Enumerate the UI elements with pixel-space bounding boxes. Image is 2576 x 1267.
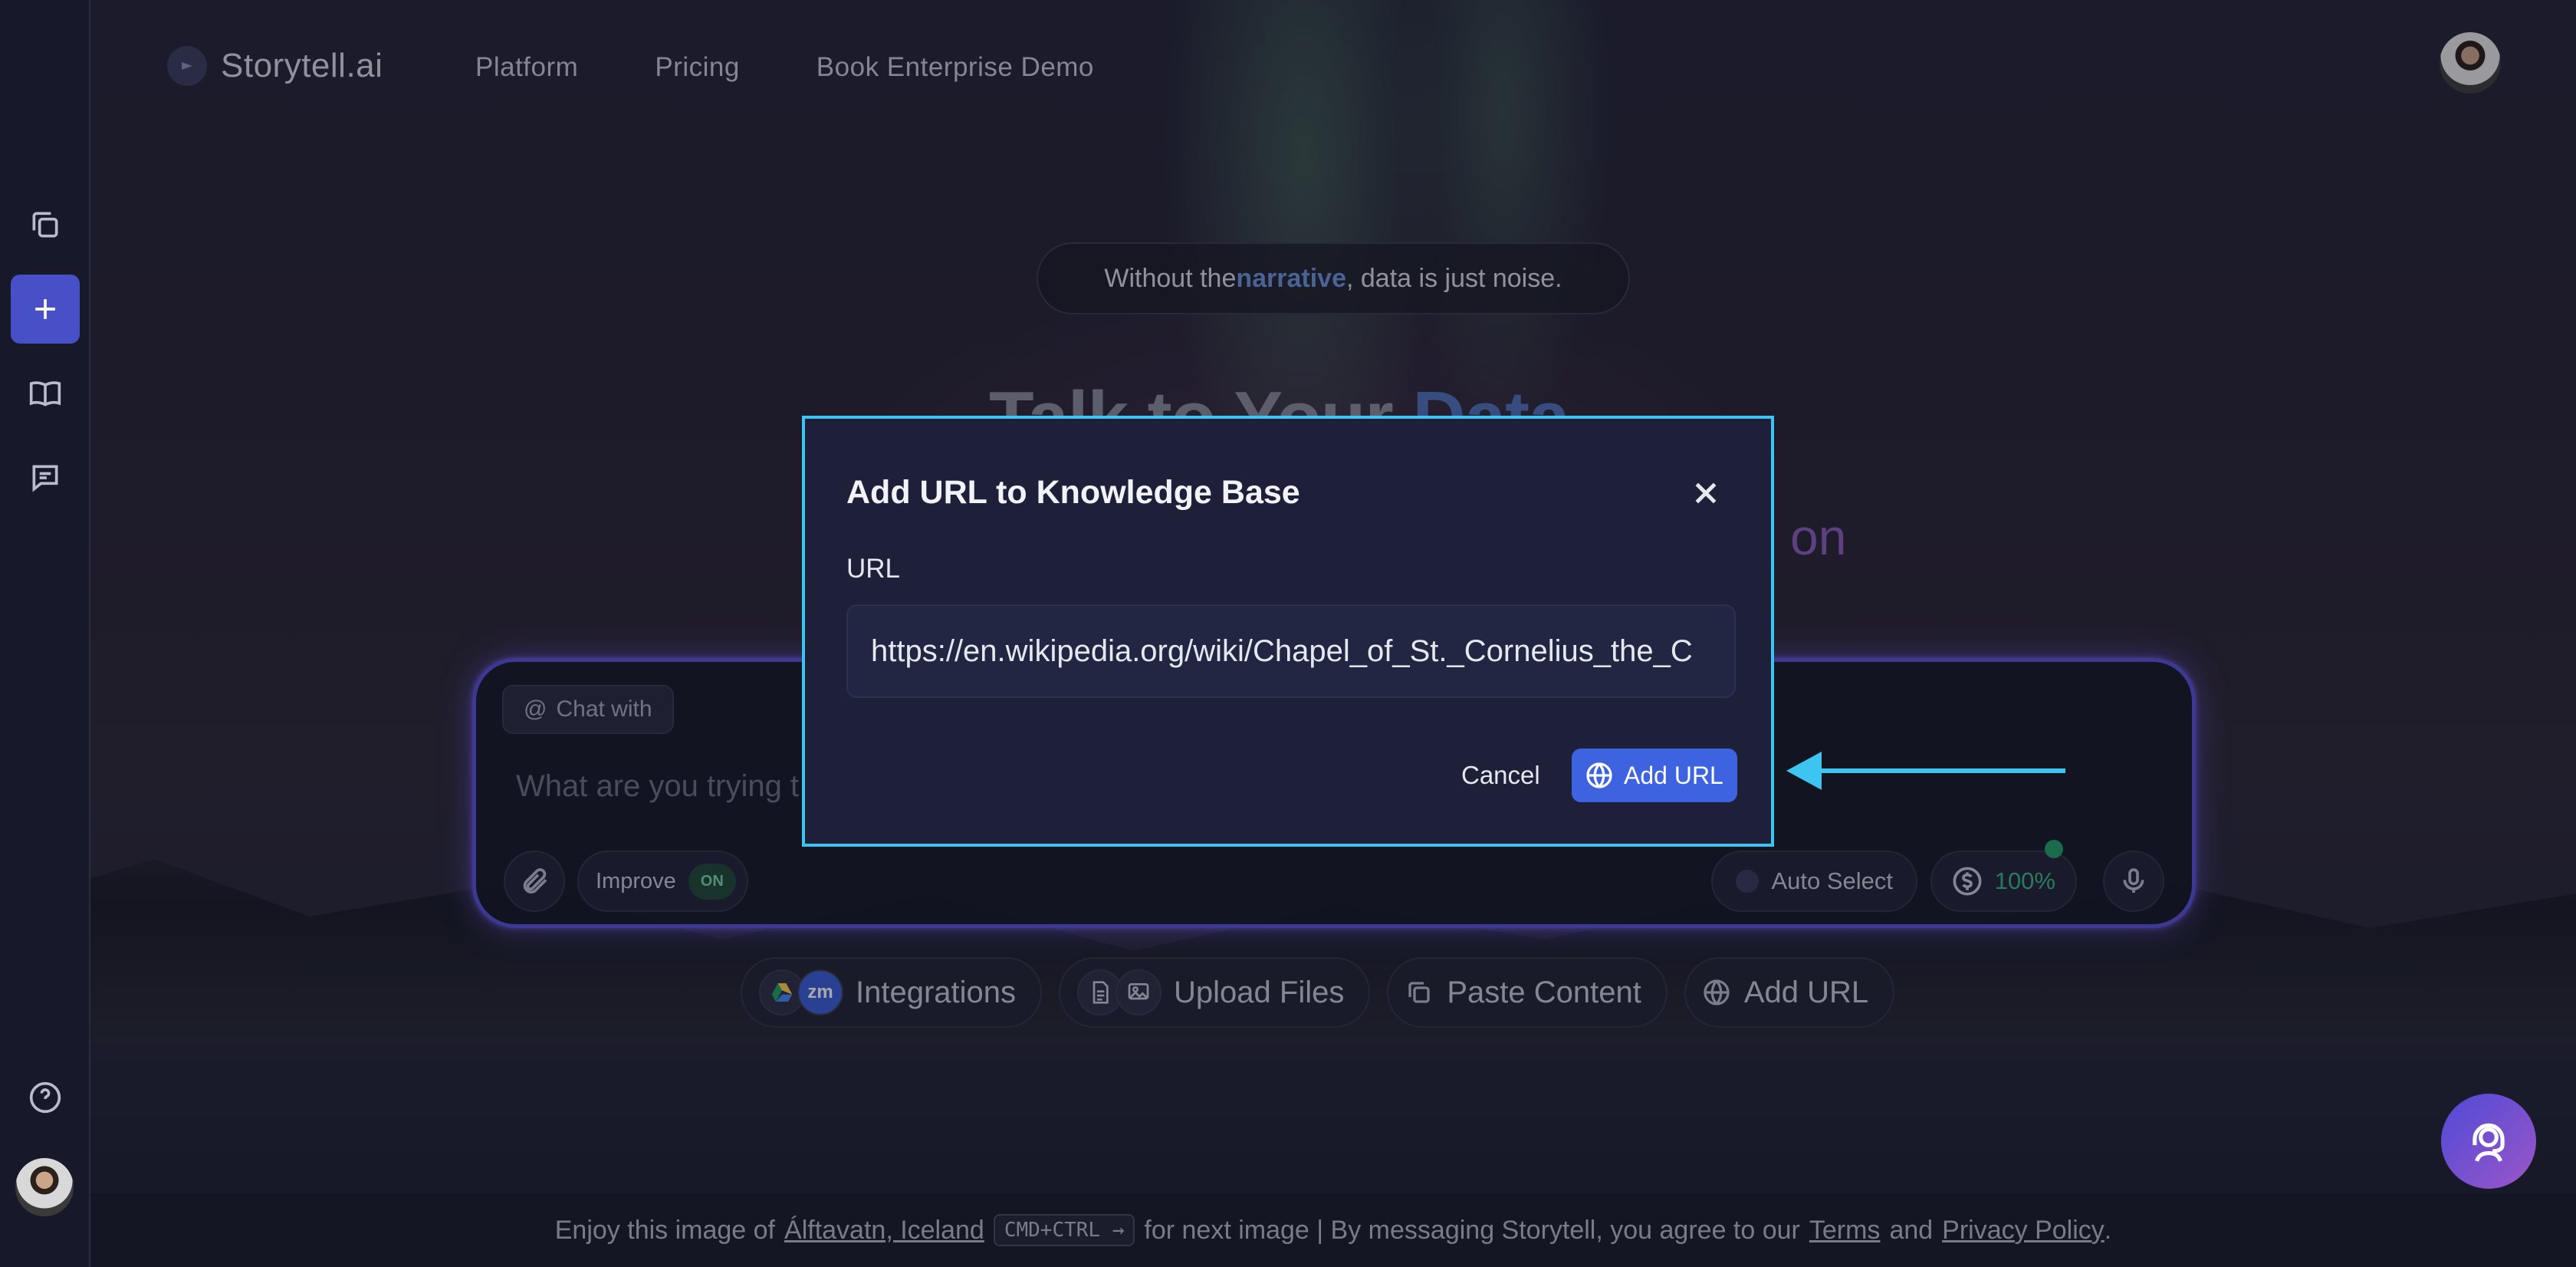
sidebar-new-button[interactable] (11, 275, 80, 344)
add-url-button[interactable]: Add URL (1572, 749, 1737, 802)
left-sidebar (0, 0, 90, 1267)
add-url-modal: Add URL to Knowledge Base URL Cancel Add… (802, 416, 1774, 847)
support-agent-icon (2472, 1123, 2505, 1162)
chat-icon (32, 465, 58, 492)
sidebar-copy-button[interactable] (11, 190, 80, 259)
url-input[interactable] (846, 604, 1736, 698)
modal-title: Add URL to Knowledge Base (846, 474, 1300, 511)
add-url-button-label: Add URL (1624, 761, 1723, 789)
annotation-arrow (1786, 752, 2065, 790)
sidebar-chat-button[interactable] (11, 443, 80, 512)
cancel-button[interactable]: Cancel (1447, 750, 1554, 801)
sidebar-library-button[interactable] (11, 359, 80, 428)
book-icon (29, 381, 61, 406)
sidebar-user-avatar[interactable] (15, 1158, 74, 1216)
modal-close-button[interactable] (1687, 474, 1725, 512)
copy-icon (32, 212, 58, 238)
sidebar-help-button[interactable] (11, 1063, 80, 1132)
plus-icon (35, 299, 55, 319)
support-chat-button[interactable] (2441, 1094, 2536, 1189)
globe-icon (1586, 762, 1612, 788)
url-field-label: URL (846, 554, 901, 584)
close-icon (1695, 482, 1717, 504)
help-icon (29, 1081, 61, 1114)
